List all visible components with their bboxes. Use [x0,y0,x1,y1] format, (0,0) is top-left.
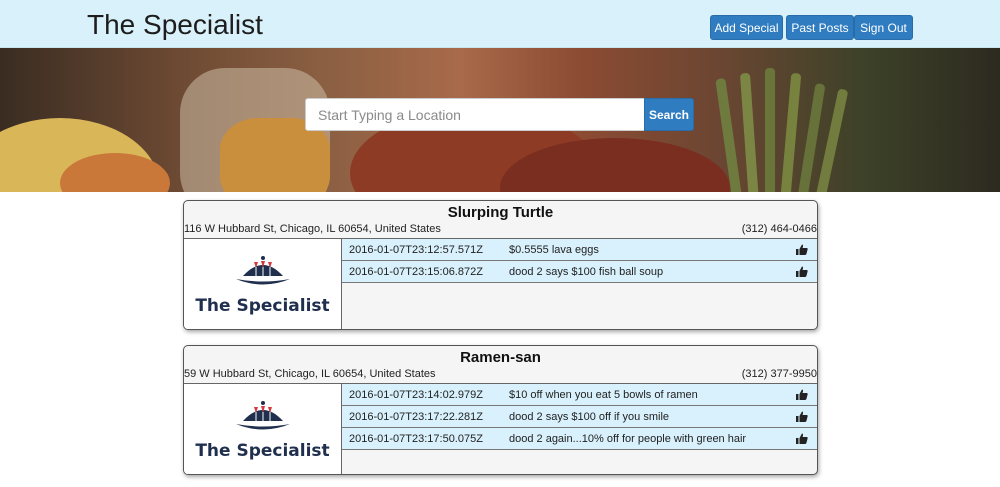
card-body: The Specialist 2016-01-07T23:12:57.571Z … [184,238,817,329]
post-text: dood 2 says $100 fish ball soup [509,266,664,278]
restaurant-phone: (312) 464-0466 [741,223,817,235]
post-text: dood 2 again...10% off for people with g… [509,433,747,445]
thumbs-up-icon[interactable] [796,389,808,400]
special-post-row: 2016-01-07T23:17:50.075Z dood 2 again...… [342,428,817,450]
post-timestamp: 2016-01-07T23:14:02.979Z [349,389,483,401]
post-timestamp: 2016-01-07T23:17:22.281Z [349,411,483,423]
restaurant-card: Ramen-san 59 W Hubbard St, Chicago, IL 6… [183,345,818,475]
special-post-row: 2016-01-07T23:17:22.281Z dood 2 says $10… [342,406,817,428]
top-navbar: The Specialist Add Special Past Posts Si… [0,0,1000,48]
post-text: $10 off when you eat 5 bowls of ramen [509,389,698,401]
special-post-row: 2016-01-07T23:15:06.872Z dood 2 says $10… [342,261,817,283]
thumbs-up-icon[interactable] [796,411,808,422]
restaurant-address: 116 W Hubbard St, Chicago, IL 60654, Uni… [184,223,441,235]
cloche-logo-icon [236,401,290,430]
cloche-logo-icon [236,256,290,285]
restaurant-name: Ramen-san [460,349,541,366]
post-timestamp: 2016-01-07T23:12:57.571Z [349,244,483,256]
post-text: $0.5555 lava eggs [509,244,599,256]
restaurant-name: Slurping Turtle [447,204,554,221]
special-post-row: 2016-01-07T23:14:02.979Z $10 off when yo… [342,384,817,406]
logo-text: The Specialist [195,441,330,461]
post-timestamp: 2016-01-07T23:17:50.075Z [349,433,483,445]
search-button[interactable]: Search [644,98,694,131]
post-timestamp: 2016-01-07T23:15:06.872Z [349,266,483,278]
app-title[interactable]: The Specialist [87,9,263,41]
restaurant-card: Slurping Turtle 116 W Hubbard St, Chicag… [183,200,818,330]
card-body: The Specialist 2016-01-07T23:14:02.979Z … [184,383,817,474]
special-post-row: 2016-01-07T23:12:57.571Z $0.5555 lava eg… [342,239,817,261]
specialist-logo: The Specialist [184,384,342,474]
post-text: dood 2 says $100 off if you smile [509,411,670,423]
restaurant-phone: (312) 377-9950 [741,368,817,380]
thumbs-up-icon[interactable] [796,266,808,277]
restaurant-address: 59 W Hubbard St, Chicago, IL 60654, Unit… [184,368,436,380]
location-search-input[interactable] [305,98,645,131]
thumbs-up-icon[interactable] [796,433,808,444]
thumbs-up-icon[interactable] [796,244,808,255]
sign-out-button[interactable]: Sign Out [854,15,913,40]
specialist-logo: The Specialist [184,239,342,329]
past-posts-button[interactable]: Past Posts [786,15,854,40]
logo-text: The Specialist [195,296,330,316]
add-special-button[interactable]: Add Special [710,15,783,40]
